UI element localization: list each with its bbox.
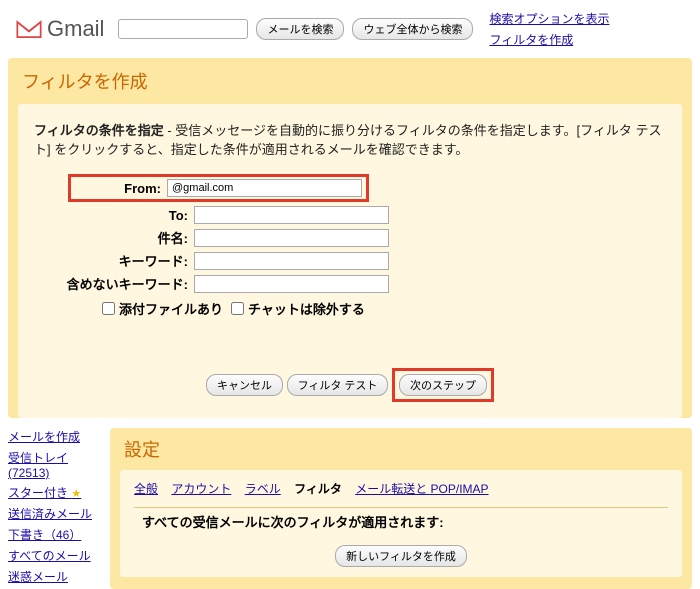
spam-link[interactable]: 迷惑メール — [8, 568, 98, 585]
attachment-label: 添付ファイルあり — [119, 299, 223, 318]
filter-test-button[interactable]: フィルタ テスト — [287, 374, 389, 396]
inbox-link[interactable]: 受信トレイ(72513) — [8, 449, 98, 480]
sent-link[interactable]: 送信済みメール — [8, 505, 98, 522]
settings-tabs: 全般 アカウント ラベル フィルタ メール転送と POP/IMAP — [134, 480, 668, 497]
subject-input[interactable] — [194, 229, 389, 247]
exclude-chat-checkbox[interactable] — [231, 302, 244, 315]
show-search-options-link[interactable]: 検索オプションを表示 — [489, 10, 609, 27]
next-step-button[interactable]: 次のステップ — [399, 374, 487, 396]
gmail-logo: Gmail — [15, 16, 104, 42]
logo-text: Gmail — [47, 16, 104, 42]
tab-filter[interactable]: フィルタ — [294, 482, 342, 496]
starred-link[interactable]: スター付き ★ — [8, 484, 98, 501]
sidebar: メールを作成 受信トレイ(72513) スター付き ★ 送信済みメール 下書き（… — [8, 428, 98, 589]
star-icon: ★ — [71, 488, 81, 500]
tab-label[interactable]: ラベル — [245, 482, 281, 496]
from-label: From: — [75, 181, 167, 196]
tab-account[interactable]: アカウント — [171, 482, 231, 496]
new-filter-button[interactable]: 新しいフィルタを作成 — [335, 545, 467, 567]
search-web-button[interactable]: ウェブ全体から検索 — [352, 18, 473, 40]
to-label: To: — [34, 208, 194, 223]
all-mail-link[interactable]: すべてのメール — [8, 547, 98, 564]
exclude-label: 含めないキーワード: — [34, 274, 194, 293]
keyword-input[interactable] — [194, 252, 389, 270]
search-input[interactable] — [118, 19, 248, 39]
applied-filters-heading: すべての受信メールに次のフィルタが適用されます: — [134, 507, 668, 535]
keyword-label: キーワード: — [34, 251, 194, 270]
cancel-button[interactable]: キャンセル — [206, 374, 283, 396]
settings-title: 設定 — [110, 428, 692, 470]
tab-forward[interactable]: メール転送と POP/IMAP — [355, 482, 488, 496]
drafts-link[interactable]: 下書き（46） — [8, 526, 98, 543]
exclude-input[interactable] — [194, 275, 389, 293]
to-input[interactable] — [194, 206, 389, 224]
search-mail-button[interactable]: メールを検索 — [256, 18, 344, 40]
panel-description: フィルタの条件を指定 - 受信メッセージを自動的に振り分けるフィルタの条件を指定… — [34, 120, 666, 158]
tab-general[interactable]: 全般 — [134, 482, 158, 496]
create-filter-link[interactable]: フィルタを作成 — [489, 31, 609, 48]
attachment-checkbox[interactable] — [102, 302, 115, 315]
exclude-chat-label: チャットは除外する — [248, 299, 365, 318]
panel-title: フィルタを作成 — [8, 58, 692, 104]
from-input[interactable] — [167, 179, 362, 197]
subject-label: 件名: — [34, 228, 194, 247]
compose-link[interactable]: メールを作成 — [8, 428, 98, 445]
